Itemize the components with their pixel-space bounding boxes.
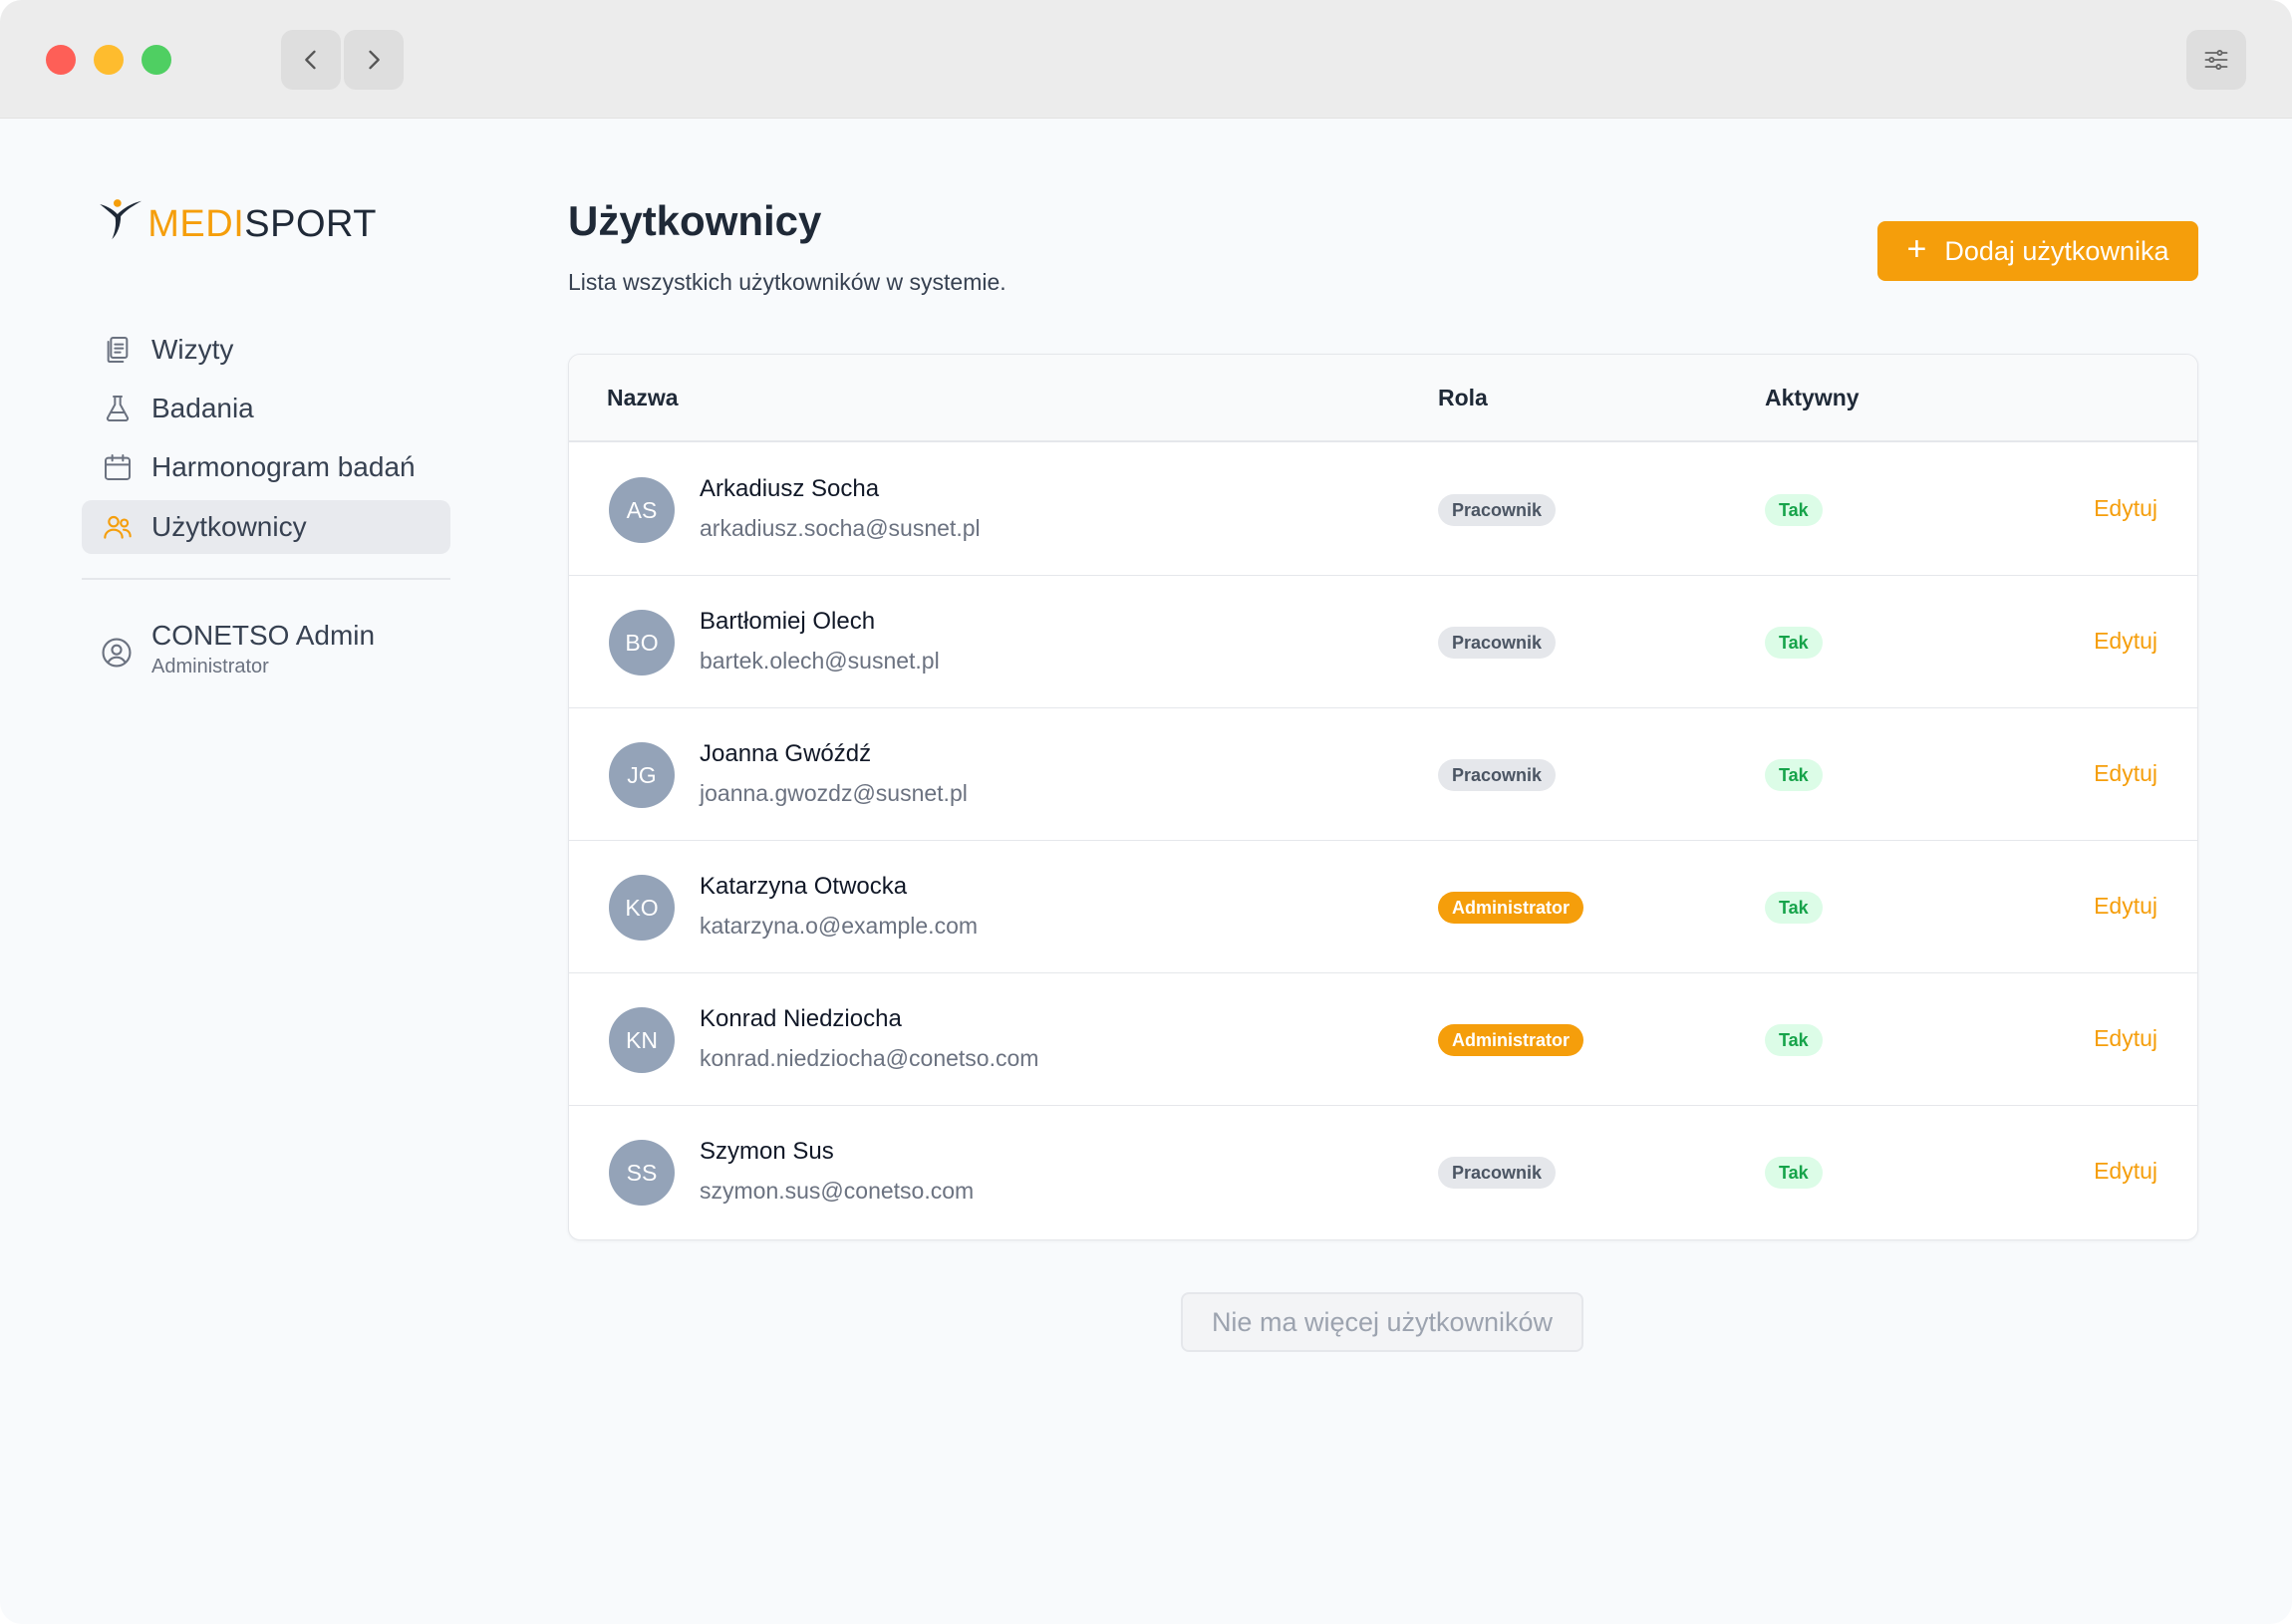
sidebar-item-wizyty[interactable]: Wizyty xyxy=(82,323,450,377)
users-table: Nazwa Rola Aktywny AS Arkadiusz Socha ar… xyxy=(568,354,2198,1240)
table-header: Nazwa Rola Aktywny xyxy=(569,355,2197,442)
role-badge: Pracownik xyxy=(1438,1157,1557,1189)
sidebar-divider xyxy=(82,578,450,580)
back-button[interactable] xyxy=(281,30,341,90)
sidebar-item-label: Harmonogram badań xyxy=(151,451,416,482)
table-row: BO Bartłomiej Olech bartek.olech@susnet.… xyxy=(569,576,2197,708)
plus-icon: + xyxy=(1906,229,1927,268)
role-badge: Pracownik xyxy=(1438,627,1557,659)
page-title: Użytkownicy xyxy=(568,197,822,244)
role-badge: Pracownik xyxy=(1438,759,1557,791)
avatar: KN xyxy=(609,1007,675,1073)
user-email: bartek.olech@susnet.pl xyxy=(700,648,940,674)
table-row: AS Arkadiusz Socha arkadiusz.socha@susne… xyxy=(569,443,2197,576)
settings-button[interactable] xyxy=(2186,30,2246,90)
medisport-logo[interactable]: MEDISPORT xyxy=(98,179,377,261)
active-badge: Tak xyxy=(1765,494,1823,526)
role-badge: Administrator xyxy=(1438,1024,1584,1056)
active-badge: Tak xyxy=(1765,892,1823,924)
current-user-name: CONETSO Admin xyxy=(151,620,376,651)
edit-link[interactable]: Edytuj xyxy=(2094,893,2157,920)
flask-icon xyxy=(106,396,130,421)
table-row: SS Szymon Sus szymon.sus@conetso.com Pra… xyxy=(569,1106,2197,1238)
sidebar-item-label: Wizyty xyxy=(151,334,234,365)
clipboard-icon xyxy=(107,337,129,363)
active-badge: Tak xyxy=(1765,1024,1823,1056)
current-user-role: Administrator xyxy=(151,656,269,677)
sliders-icon xyxy=(2204,49,2228,71)
user-email: katarzyna.o@example.com xyxy=(700,913,979,939)
avatar: BO xyxy=(609,610,675,676)
active-badge: Tak xyxy=(1765,759,1823,791)
user-circle-icon xyxy=(102,638,132,668)
add-user-button[interactable]: + Dodaj użytkownika xyxy=(1877,221,2198,281)
table-row: KO Katarzyna Otwocka katarzyna.o@example… xyxy=(569,841,2197,973)
current-user[interactable]: CONETSO Admin Administrator xyxy=(100,620,375,678)
forward-button[interactable] xyxy=(344,30,404,90)
user-name: Konrad Niedziocha xyxy=(700,1005,902,1032)
user-email: arkadiusz.socha@susnet.pl xyxy=(700,515,981,541)
active-badge: Tak xyxy=(1765,1157,1823,1189)
column-header-active: Aktywny xyxy=(1765,385,1860,410)
user-email: joanna.gwozdz@susnet.pl xyxy=(700,780,968,806)
avatar: JG xyxy=(609,742,675,808)
avatar: AS xyxy=(609,477,675,543)
edit-link[interactable]: Edytuj xyxy=(2094,1025,2157,1052)
app-window: MEDISPORT Wizyty Badania Harmonogram bad… xyxy=(0,0,2292,1624)
chevron-left-icon xyxy=(305,50,316,70)
user-name: Joanna Gwóźdź xyxy=(700,740,872,767)
users-icon xyxy=(104,515,132,539)
page-subtitle: Lista wszystkich użytkowników w systemie… xyxy=(568,269,1006,295)
user-email: konrad.niedziocha@conetso.com xyxy=(700,1045,1039,1071)
logo-text-sport: SPORT xyxy=(244,202,377,245)
edit-link[interactable]: Edytuj xyxy=(2094,495,2157,522)
sidebar-item-label: Badania xyxy=(151,393,254,423)
edit-link[interactable]: Edytuj xyxy=(2094,628,2157,655)
avatar: KO xyxy=(609,875,675,941)
column-header-name: Nazwa xyxy=(607,385,679,410)
window-titlebar xyxy=(0,0,2292,119)
add-user-button-label: Dodaj użytkownika xyxy=(1944,235,2169,266)
avatar: SS xyxy=(609,1140,675,1206)
runner-logo-icon xyxy=(100,199,143,240)
minimize-window-button[interactable] xyxy=(94,45,124,75)
user-name: Bartłomiej Olech xyxy=(700,608,876,635)
sidebar-item-badania[interactable]: Badania xyxy=(82,382,450,435)
role-badge: Pracownik xyxy=(1438,494,1557,526)
role-badge: Administrator xyxy=(1438,892,1584,924)
chevron-right-icon xyxy=(369,50,380,70)
maximize-window-button[interactable] xyxy=(142,45,171,75)
user-name: Szymon Sus xyxy=(700,1138,834,1165)
sidebar-item-harmonogram[interactable]: Harmonogram badań xyxy=(82,440,450,494)
active-badge: Tak xyxy=(1765,627,1823,659)
load-more-button[interactable]: Nie ma więcej użytkowników xyxy=(1181,1292,1583,1352)
user-name: Katarzyna Otwocka xyxy=(700,873,908,900)
table-row: JG Joanna Gwóźdź joanna.gwozdz@susnet.pl… xyxy=(569,708,2197,841)
sidebar-item-uzytkownicy[interactable]: Użytkownicy xyxy=(82,500,450,554)
table-row: KN Konrad Niedziocha konrad.niedziocha@c… xyxy=(569,973,2197,1106)
user-name: Arkadiusz Socha xyxy=(700,475,880,502)
edit-link[interactable]: Edytuj xyxy=(2094,1158,2157,1185)
close-window-button[interactable] xyxy=(46,45,76,75)
column-header-role: Rola xyxy=(1438,385,1488,410)
logo-text-medi: MEDI xyxy=(147,202,245,245)
sidebar-item-label: Użytkownicy xyxy=(151,511,307,542)
user-email: szymon.sus@conetso.com xyxy=(700,1178,975,1204)
calendar-icon xyxy=(105,454,131,480)
edit-link[interactable]: Edytuj xyxy=(2094,760,2157,787)
